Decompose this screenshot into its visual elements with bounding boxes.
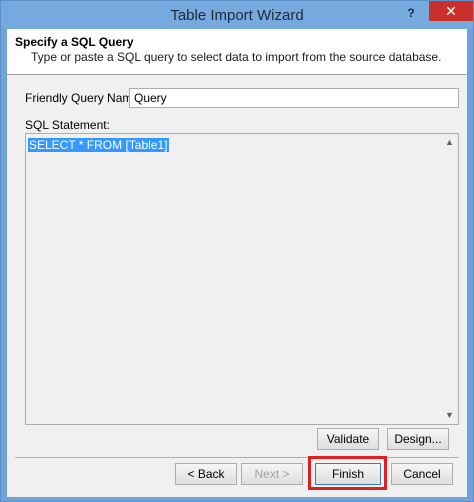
cancel-button[interactable]: Cancel (391, 463, 453, 485)
scroll-up-icon[interactable]: ▲ (441, 134, 458, 151)
sql-statement-label: SQL Statement: (25, 118, 110, 132)
vertical-scrollbar[interactable]: ▲ ▼ (441, 134, 458, 424)
sql-selected-text: SELECT * FROM [Table1] (28, 138, 169, 152)
validate-button[interactable]: Validate (317, 428, 379, 450)
wizard-content: Specify a SQL Query Type or paste a SQL … (7, 29, 467, 497)
close-icon[interactable]: ✕ (429, 1, 473, 21)
sql-statement-text: SELECT * FROM [Table1] (28, 138, 169, 152)
next-button: Next > (241, 463, 303, 485)
page-description: Type or paste a SQL query to select data… (31, 50, 442, 64)
sql-statement-textarea[interactable]: SELECT * FROM [Table1] ▲ ▼ (25, 133, 459, 425)
friendly-query-name-input[interactable]: Query (129, 88, 459, 108)
title-bar[interactable]: Table Import Wizard ? ✕ (1, 1, 473, 29)
footer-separator (15, 457, 459, 458)
design-button[interactable]: Design... (387, 428, 449, 450)
page-heading: Specify a SQL Query (15, 35, 134, 49)
finish-button[interactable]: Finish (315, 463, 381, 485)
scroll-down-icon[interactable]: ▼ (441, 407, 458, 424)
table-import-wizard-window: Table Import Wizard ? ✕ Specify a SQL Qu… (0, 0, 474, 502)
help-icon[interactable]: ? (401, 3, 421, 23)
back-button[interactable]: < Back (175, 463, 237, 485)
wizard-header: Specify a SQL Query Type or paste a SQL … (7, 29, 467, 75)
friendly-query-name-label: Friendly Query Name: (25, 91, 143, 105)
